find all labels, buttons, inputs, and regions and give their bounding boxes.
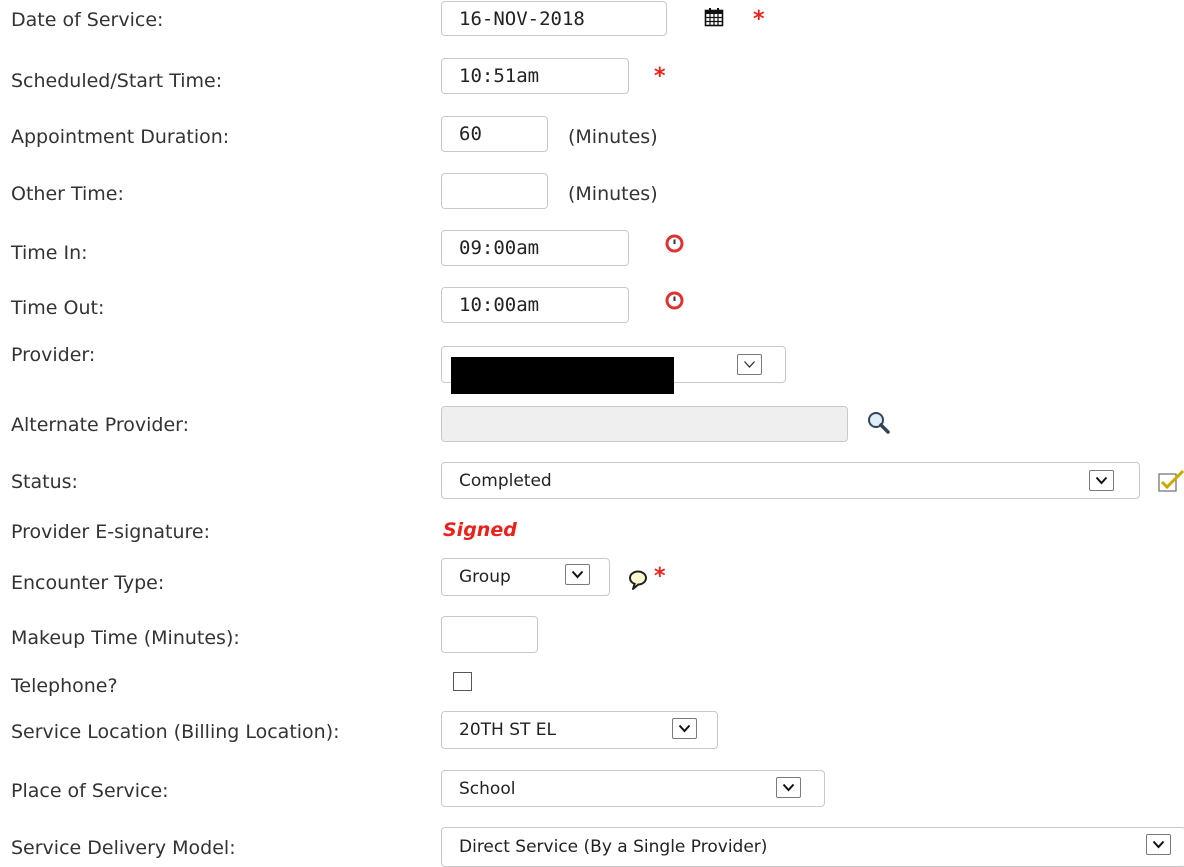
chevron-down-icon[interactable] [1146,834,1171,855]
alternate-provider-label: Alternate Provider: [11,414,190,436]
place-of-service-select[interactable]: School [441,770,825,807]
status-label: Status: [11,471,78,493]
required-marker: * [753,7,765,32]
provider-label: Provider: [11,344,96,366]
e-signature-label: Provider E-signature: [11,521,211,543]
alternate-provider-input[interactable] [441,406,848,442]
required-marker: * [654,564,666,589]
checkmark-icon[interactable] [1158,469,1184,497]
chevron-down-icon[interactable] [776,777,801,798]
makeup-time-label: Makeup Time (Minutes): [11,627,240,649]
clock-warning-icon[interactable] [664,233,685,258]
time-in-label: Time In: [11,242,88,264]
start-time-input[interactable]: 10:51am [441,58,629,94]
start-time-label: Scheduled/Start Time: [11,70,223,92]
duration-label: Appointment Duration: [11,126,230,148]
status-select[interactable]: Completed [441,462,1140,499]
encounter-type-value: Group [459,567,511,587]
service-location-value: 20TH ST EL [459,720,556,740]
status-value: Completed [459,470,552,491]
calendar-icon[interactable] [704,7,724,31]
encounter-type-label: Encounter Type: [11,572,165,594]
date-of-service-input[interactable]: 16-NOV-2018 [441,1,667,36]
telephone-checkbox[interactable] [453,672,472,691]
clock-warning-icon[interactable] [664,290,685,315]
service-delivery-model-label: Service Delivery Model: [11,837,236,859]
redacted-block [451,357,674,394]
duration-unit: (Minutes) [568,126,658,148]
service-location-label: Service Location (Billing Location): [11,721,340,743]
speech-bubble-icon[interactable] [627,569,649,595]
telephone-label: Telephone? [11,675,118,697]
other-time-unit: (Minutes) [568,183,658,205]
e-signature-status: Signed [443,519,517,541]
time-in-input[interactable]: 09:00am [441,230,629,266]
date-of-service-label: Date of Service: [11,9,164,31]
chevron-down-icon[interactable] [672,718,697,739]
other-time-input[interactable] [441,173,548,209]
required-marker: * [654,64,666,89]
other-time-label: Other Time: [11,183,124,205]
service-delivery-model-select[interactable]: Direct Service (By a Single Provider) [441,827,1184,867]
duration-input[interactable]: 60 [441,116,548,152]
time-out-input[interactable]: 10:00am [441,287,629,323]
chevron-down-icon[interactable] [565,564,590,585]
time-out-label: Time Out: [11,297,105,319]
search-icon[interactable] [866,410,892,440]
place-of-service-value: School [459,778,516,799]
service-delivery-model-value: Direct Service (By a Single Provider) [459,837,768,857]
chevron-down-icon[interactable] [1089,470,1114,491]
chevron-down-icon[interactable] [737,354,762,375]
place-of-service-label: Place of Service: [11,780,169,802]
makeup-time-input[interactable] [441,616,538,653]
